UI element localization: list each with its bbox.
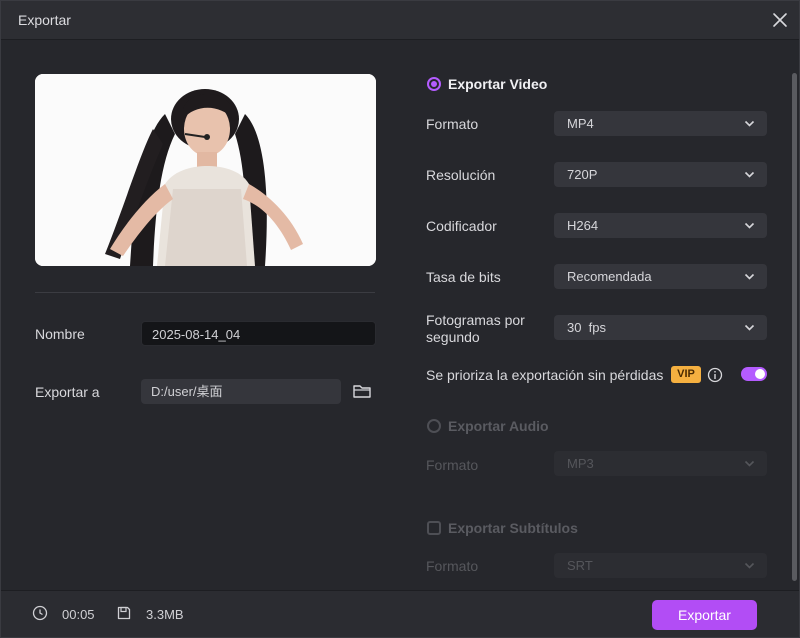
subtitles-format-label: Formato bbox=[426, 558, 479, 574]
format-select[interactable]: MP4 bbox=[554, 111, 767, 136]
bitrate-select[interactable]: Recomendada bbox=[554, 264, 767, 289]
subtitles-format-value: SRT bbox=[567, 558, 593, 573]
close-icon[interactable] bbox=[769, 9, 791, 31]
dialog-title: Exportar bbox=[18, 12, 71, 28]
fps-select[interactable]: 30 fps bbox=[554, 315, 767, 340]
resolution-value: 720P bbox=[567, 167, 598, 182]
encoder-label: Codificador bbox=[426, 218, 497, 234]
clock-icon bbox=[32, 605, 48, 621]
video-preview bbox=[35, 74, 376, 266]
export-path-field[interactable]: D:/user/桌面 bbox=[141, 379, 341, 404]
chevron-down-icon bbox=[744, 562, 755, 569]
audio-format-value: MP3 bbox=[567, 456, 594, 471]
title-bar: Exportar bbox=[1, 1, 799, 40]
vip-badge: VIP bbox=[671, 366, 701, 383]
fps-value: 30 fps bbox=[567, 320, 607, 335]
chevron-down-icon bbox=[744, 460, 755, 467]
divider bbox=[35, 292, 375, 293]
export-subtitles-label: Exportar Subtítulos bbox=[448, 520, 578, 536]
audio-format-label: Formato bbox=[426, 457, 479, 473]
chevron-down-icon bbox=[744, 273, 755, 280]
export-video-label: Exportar Video bbox=[448, 76, 548, 92]
subtitles-format-select: SRT bbox=[554, 553, 767, 578]
audio-format-select: MP3 bbox=[554, 451, 767, 476]
folder-icon[interactable] bbox=[352, 381, 372, 401]
file-size-text: 3.3MB bbox=[146, 607, 184, 622]
resolution-label: Resolución bbox=[426, 167, 496, 183]
fps-label-line2: segundo bbox=[426, 329, 480, 345]
info-icon[interactable] bbox=[707, 367, 723, 383]
name-label: Nombre bbox=[35, 326, 85, 342]
encoder-value: H264 bbox=[567, 218, 599, 233]
chevron-down-icon bbox=[744, 171, 755, 178]
resolution-select[interactable]: 720P bbox=[554, 162, 767, 187]
chevron-down-icon bbox=[744, 324, 755, 331]
preview-image bbox=[35, 74, 376, 266]
bitrate-label: Tasa de bits bbox=[426, 269, 501, 285]
export-audio-radio[interactable] bbox=[427, 419, 441, 433]
name-input[interactable]: 2025-08-14_04 bbox=[141, 321, 376, 346]
lossless-label: Se prioriza la exportación sin pérdidas bbox=[426, 367, 664, 383]
chevron-down-icon bbox=[744, 222, 755, 229]
chevron-down-icon bbox=[744, 120, 755, 127]
fps-label-line1: Fotogramas por bbox=[426, 312, 525, 328]
export-dialog: Exportar Nombre 2025-08-14_04 Exportar a… bbox=[0, 0, 800, 638]
encoder-select[interactable]: H264 bbox=[554, 213, 767, 238]
scrollbar[interactable] bbox=[792, 73, 797, 581]
export-to-label: Exportar a bbox=[35, 384, 100, 400]
duration-text: 00:05 bbox=[62, 607, 95, 622]
export-button[interactable]: Exportar bbox=[652, 600, 757, 630]
export-audio-label: Exportar Audio bbox=[448, 418, 549, 434]
save-icon bbox=[117, 606, 131, 620]
lossless-toggle[interactable] bbox=[741, 367, 767, 381]
format-value: MP4 bbox=[567, 116, 594, 131]
export-subtitles-checkbox[interactable] bbox=[427, 521, 441, 535]
format-label: Formato bbox=[426, 116, 479, 132]
export-video-radio[interactable] bbox=[427, 77, 441, 91]
bitrate-value: Recomendada bbox=[567, 269, 652, 284]
